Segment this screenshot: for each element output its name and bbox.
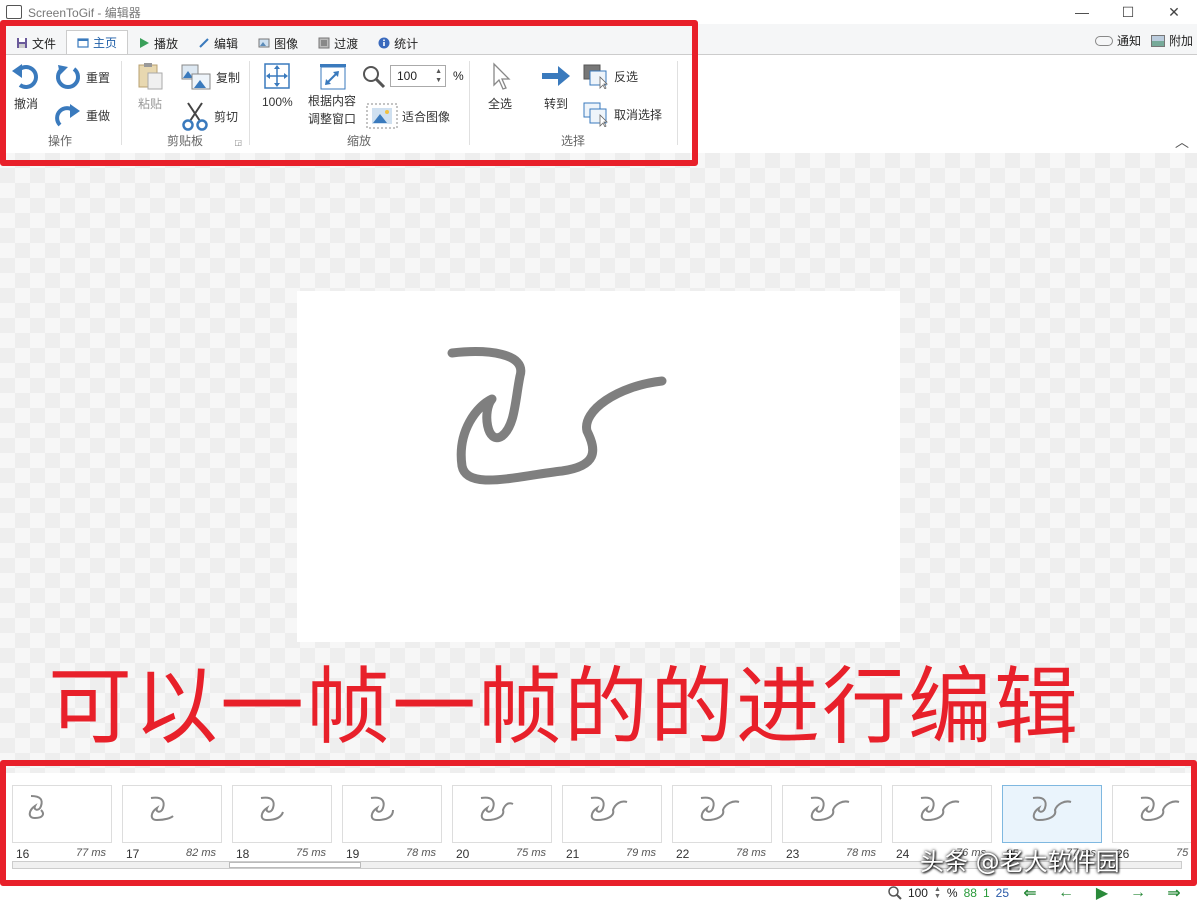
toggle-icon bbox=[1094, 35, 1113, 46]
current-frame-index: 25 bbox=[995, 886, 1009, 900]
window-title: ScreenToGif - 编辑器 bbox=[28, 5, 141, 20]
next-frame-icon[interactable]: → bbox=[1123, 884, 1153, 901]
ribbon-right-tabs: 通知 附加 bbox=[1094, 32, 1193, 49]
collapse-ribbon-icon[interactable]: ︿ bbox=[1175, 132, 1189, 152]
attach-button[interactable]: 附加 bbox=[1150, 32, 1193, 49]
selected-frames-count: 1 bbox=[982, 886, 990, 900]
status-zoom-value[interactable]: 100 bbox=[908, 886, 928, 900]
zoom-icon bbox=[888, 886, 902, 900]
picture-icon bbox=[1150, 34, 1165, 47]
status-zoom-percent: % bbox=[946, 886, 958, 900]
close-button[interactable]: ✕ bbox=[1151, 0, 1197, 24]
maximize-button[interactable]: ☐ bbox=[1105, 0, 1151, 24]
notifications-button[interactable]: 通知 bbox=[1094, 32, 1141, 49]
notifications-label: 通知 bbox=[1116, 34, 1141, 48]
minimize-button[interactable]: — bbox=[1059, 0, 1105, 24]
overlay-caption: 可以一帧一帧的的进行编辑 bbox=[48, 658, 1081, 756]
current-frame[interactable] bbox=[297, 291, 900, 642]
previous-frame-icon[interactable]: ← bbox=[1051, 884, 1081, 901]
status-zoom-spinner[interactable]: ▲ ▼ bbox=[934, 886, 941, 900]
attach-label: 附加 bbox=[1168, 34, 1193, 48]
screentogif-app-icon bbox=[6, 5, 22, 23]
ribbon-highlight-box bbox=[0, 20, 698, 166]
window-controls: — ☐ ✕ bbox=[1059, 0, 1197, 24]
frame-drawing bbox=[447, 347, 667, 485]
watermark: 头条 @老大软件园 bbox=[920, 848, 1120, 876]
total-frames-count: 88 bbox=[963, 886, 977, 900]
